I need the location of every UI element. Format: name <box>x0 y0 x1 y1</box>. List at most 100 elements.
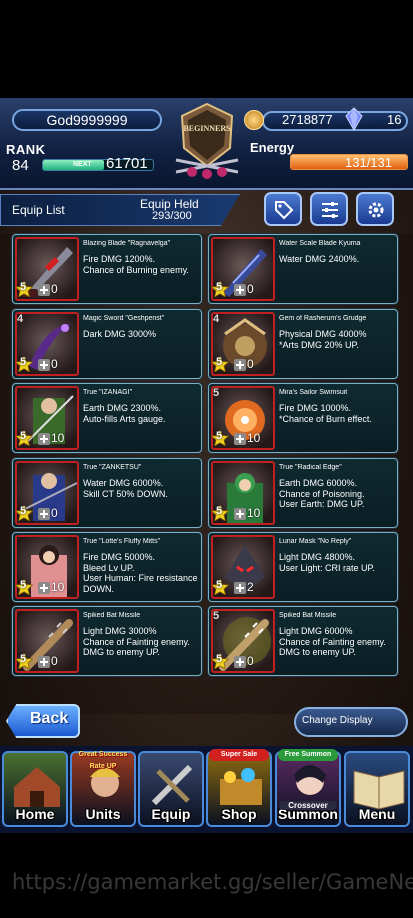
plus-level-value: 10 <box>247 506 261 520</box>
equipment-description: Earth DMG 6000%. Chance of Poisoning. Us… <box>279 478 365 509</box>
rank-label: RANK <box>6 142 46 157</box>
sort-icon <box>322 202 338 218</box>
equipment-name: True "IZANAGI" <box>83 389 133 396</box>
equipment-name: Mira's Sailor Swimsuit <box>279 389 348 396</box>
crossover-banner: Crossover <box>279 801 337 810</box>
back-label: Back <box>30 710 69 727</box>
tag-icon <box>275 201 294 220</box>
nav-equip-button[interactable]: Equip <box>138 751 204 827</box>
watermark: https://gamemarket.gg/seller/GameNe <box>12 870 413 894</box>
rarity-value: 5 <box>216 579 223 591</box>
nav-label: Units <box>85 806 121 822</box>
nav-label: Menu <box>358 806 396 822</box>
equipment-card[interactable]: 5 0 Water Scale Blade Kyuma Water DMG 2400%… <box>208 234 398 304</box>
rarity-value: 5 <box>216 653 223 665</box>
rarity-value: 5 <box>20 653 27 665</box>
equipment-name: True "Radical Edge" <box>279 464 342 471</box>
plus-level-icon <box>234 284 246 296</box>
equip-held-value: 293/300 <box>152 210 192 222</box>
equipment-card[interactable]: 5 10 True "Lotte's Fluffy Mitts" Fire DMG 5… <box>12 532 202 602</box>
sort-button[interactable] <box>310 192 348 226</box>
equipment-card[interactable]: 4 5 0 Magic Sword "Geshpenst" Dark DMG 3000% <box>12 309 202 379</box>
energy-value: 131/131 <box>345 155 392 170</box>
plus-level-icon <box>234 656 246 668</box>
rarity-value: 5 <box>216 505 223 517</box>
plus-level-value: 0 <box>51 654 58 668</box>
rarity-value: 5 <box>216 430 223 442</box>
beginners-emblem-icon[interactable] <box>172 100 242 180</box>
equipment-card[interactable]: 5 0 True "ZANKETSU" Water DMG 6000%. Skill … <box>12 458 202 528</box>
plus-level-value: 2 <box>247 580 254 594</box>
equipment-description: Earth DMG 2300%. Auto-fills Arts gauge. <box>83 403 166 424</box>
rarity-value: 5 <box>216 356 223 368</box>
equipment-card[interactable]: 5 5 10 Mira's Sailor Swimsuit Fire DMG 1000%… <box>208 383 398 453</box>
emblem-text: BEGINNERS <box>183 124 231 133</box>
equipment-name: Magic Sword "Geshpenst" <box>83 315 165 322</box>
nav-home-button[interactable]: Home <box>2 751 68 827</box>
equip-list-title: Equip List <box>12 203 65 217</box>
equip-held-label: Equip Held <box>140 197 199 211</box>
equipment-card[interactable]: 5 0 Spiked Bat Missile Light DMG 3000% Chan… <box>12 606 202 676</box>
plus-level-icon <box>234 582 246 594</box>
plus-level-icon <box>38 656 50 668</box>
rarity-value: 5 <box>20 281 27 293</box>
nav-menu-icon <box>353 770 405 810</box>
gold-coin-icon <box>244 110 264 130</box>
plus-level-icon <box>38 433 50 445</box>
equipment-description: Water DMG 2400%. <box>279 254 360 264</box>
equipment-name: Blazing Blade "Ragnavelga" <box>83 240 171 247</box>
gem-icon <box>345 107 363 131</box>
plus-level-value: 10 <box>247 431 261 445</box>
change-display-label: Change Display <box>302 715 373 726</box>
equipment-name: Spiked Bat Missile <box>279 612 337 619</box>
equipment-description: Light DMG 3000% Chance of Fainting enemy… <box>83 626 190 657</box>
nav-shop-icon <box>220 768 262 805</box>
equipment-description: Fire DMG 5000%. Bleed Lv UP. User Human:… <box>83 552 198 594</box>
gem-value: 16 <box>387 112 402 127</box>
player-name[interactable]: God9999999 <box>12 109 162 131</box>
rarity-value: 5 <box>20 430 27 442</box>
equipment-description: Light DMG 6000% Chance of Fainting enemy… <box>279 626 386 657</box>
grade-badge: 5 <box>213 610 220 622</box>
plus-level-icon <box>234 433 246 445</box>
equipment-card[interactable]: 5 10 True "Radical Edge" Earth DMG 6000%. C… <box>208 458 398 528</box>
plus-level-value: 0 <box>51 357 58 371</box>
equipment-name: Water Scale Blade Kyuma <box>279 240 361 247</box>
plus-level-value: 0 <box>51 506 58 520</box>
plus-level-icon <box>234 508 246 520</box>
equipment-card[interactable]: 4 5 0 Gem of Rasherum's Grudge Physical DMG … <box>208 309 398 379</box>
equipment-card[interactable]: 5 0 Blazing Blade "Ragnavelga" Fire DMG 120… <box>12 234 202 304</box>
equipment-card[interactable]: 5 5 0 Spiked Bat Missile Light DMG 6000% Cha… <box>208 606 398 676</box>
nav-label: Shop <box>221 806 257 822</box>
gear-icon <box>368 202 384 218</box>
nav-label: Home <box>15 806 55 822</box>
rarity-value: 5 <box>216 281 223 293</box>
game-screen: God9999999 RANK 84 NEXT 61701 BEGINNERS … <box>0 98 413 833</box>
nav-badge: Free Summon <box>278 749 338 761</box>
equipment-name: Lunar Mask "No Reply" <box>279 538 352 545</box>
plus-level-icon <box>38 508 50 520</box>
equipment-description: Fire DMG 1000%. *Chance of Burn effect. <box>279 403 372 424</box>
rarity-value: 5 <box>20 579 27 591</box>
nav-label: Equip <box>151 806 191 822</box>
equipment-description: Fire DMG 1200%. Chance of Burning enemy. <box>83 254 189 275</box>
nav-badge: Great Success Rate UP <box>78 751 128 770</box>
plus-level-value: 10 <box>51 431 65 445</box>
next-label: NEXT <box>73 161 92 168</box>
tag-filter-button[interactable] <box>264 192 302 226</box>
equipment-description: Dark DMG 3000% <box>83 329 157 339</box>
nav-menu-button[interactable]: Menu <box>344 751 410 827</box>
plus-level-icon <box>38 359 50 371</box>
settings-button[interactable] <box>356 192 394 226</box>
nav-shop-button[interactable]: Shop <box>206 751 272 827</box>
equipment-card[interactable]: 5 10 True "IZANAGI" Earth DMG 2300%. Auto-f… <box>12 383 202 453</box>
equipment-name: Spiked Bat Missile <box>83 612 141 619</box>
plus-level-value: 0 <box>51 282 58 296</box>
plus-level-value: 0 <box>247 654 254 668</box>
equipment-description: Light DMG 4800%. User Light: CRI rate UP… <box>279 552 375 573</box>
energy-label: Energy <box>250 140 295 155</box>
next-xp-value: 61701 <box>106 155 148 172</box>
equipment-card[interactable]: 5 2 Lunar Mask "No Reply" Light DMG 4800%. … <box>208 532 398 602</box>
nav-home-icon <box>14 767 60 807</box>
nav-summon-button[interactable]: Summon <box>275 751 341 827</box>
